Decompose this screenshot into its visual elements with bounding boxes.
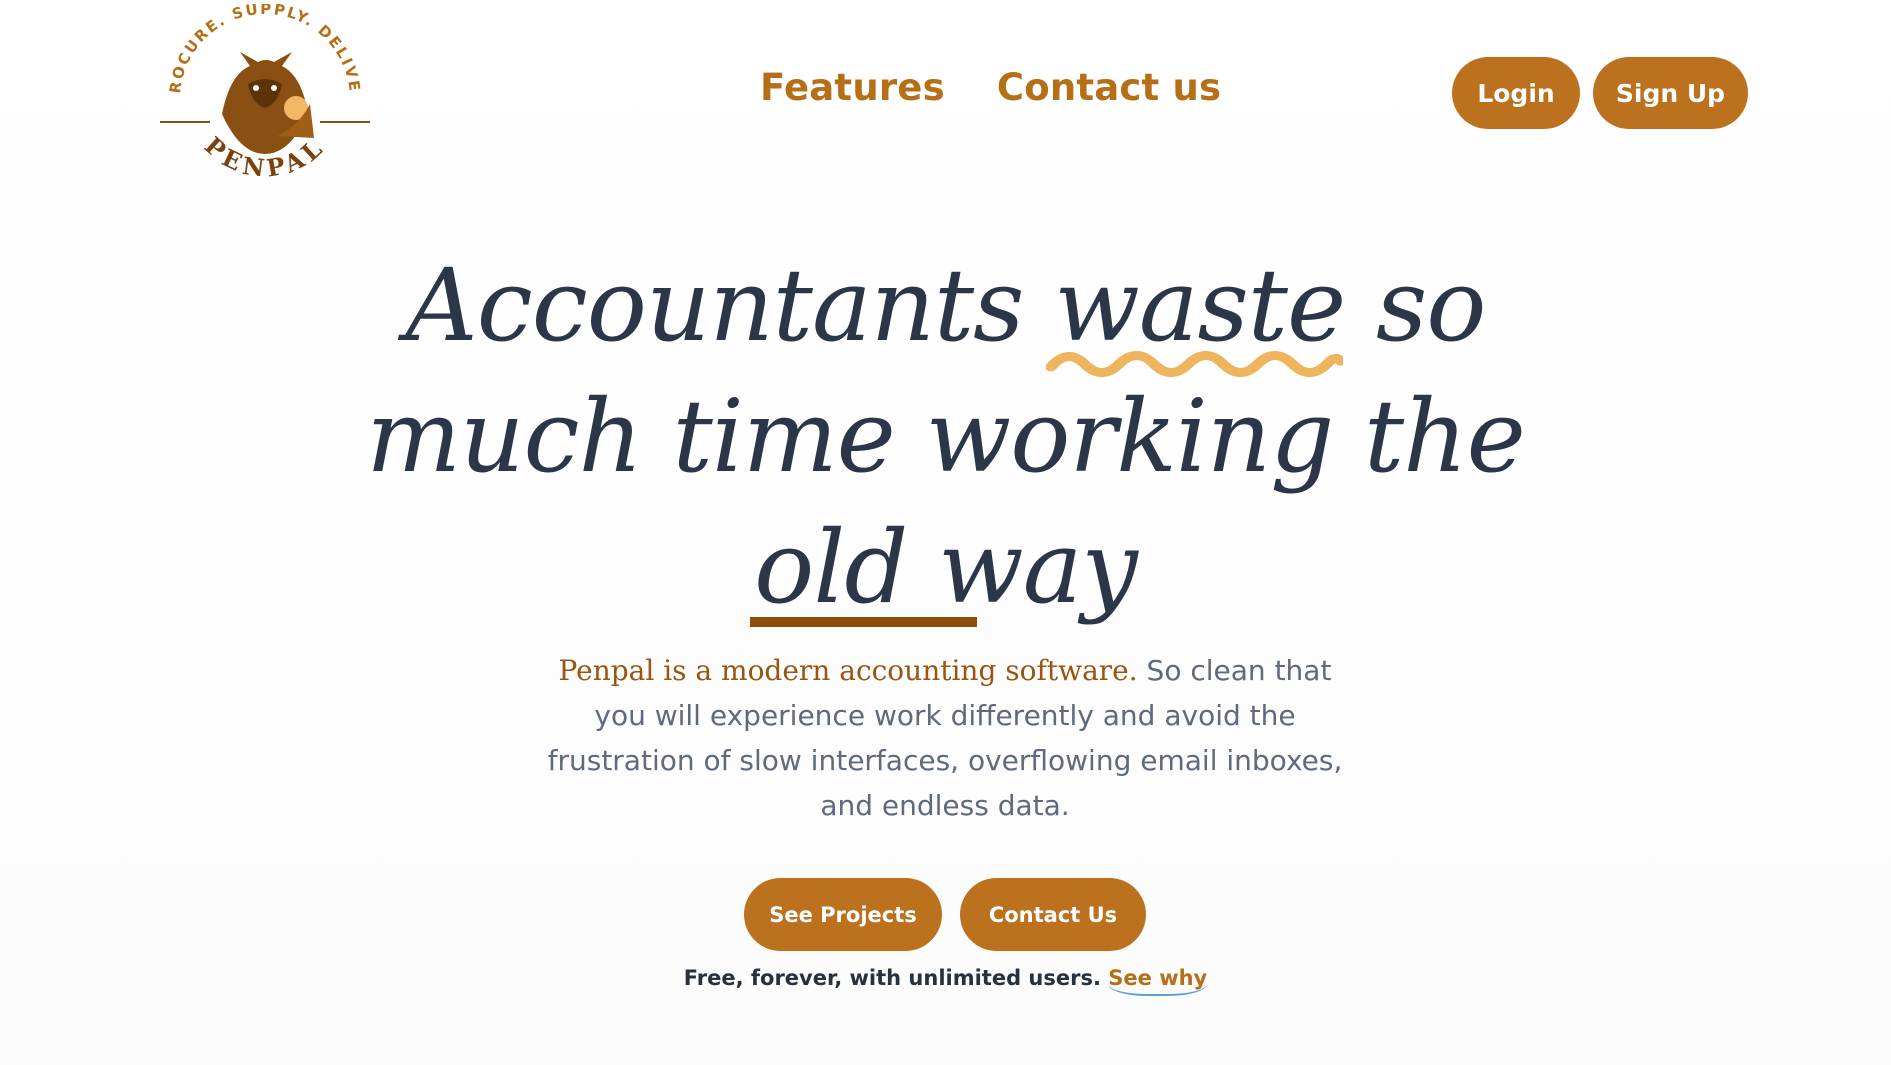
headline-word-old: old xyxy=(750,502,978,633)
cta-buttons: See Projects Contact Us xyxy=(744,878,1146,951)
see-why-link[interactable]: See why xyxy=(1108,966,1208,996)
auth-buttons: Login Sign Up xyxy=(1452,57,1748,129)
headline-word-waste: waste xyxy=(1046,240,1346,377)
nav-link-features[interactable]: Features xyxy=(760,66,945,109)
signup-button[interactable]: Sign Up xyxy=(1593,57,1748,129)
penpal-logo[interactable]: PROCURE. SUPPLY. DELIVER PENPAL xyxy=(150,4,380,184)
pricing-note: Free, forever, with unlimited users. See… xyxy=(0,966,1891,996)
squiggle-underline xyxy=(1046,351,1344,377)
see-projects-button[interactable]: See Projects xyxy=(744,878,942,951)
nav-link-contact[interactable]: Contact us xyxy=(997,66,1221,109)
hero-description: Penpal is a modern accounting software. … xyxy=(545,648,1345,828)
main-nav: Features Contact us xyxy=(760,66,1221,109)
headline-line-2: much time working the xyxy=(366,378,1526,495)
hero-headline: Accountants waste so much time working t… xyxy=(0,240,1891,633)
login-button[interactable]: Login xyxy=(1452,57,1580,129)
landing-page: PROCURE. SUPPLY. DELIVER PENPAL Features… xyxy=(0,0,1891,1065)
bar-underline xyxy=(750,617,978,627)
hero-description-accent: Penpal is a modern accounting software. xyxy=(558,654,1138,687)
headline-line-1: Accountants waste so xyxy=(0,240,1891,377)
pricing-note-text: Free, forever, with unlimited users. xyxy=(683,966,1101,990)
contact-us-button[interactable]: Contact Us xyxy=(960,878,1146,951)
headline-line-3: old way xyxy=(0,502,1891,633)
